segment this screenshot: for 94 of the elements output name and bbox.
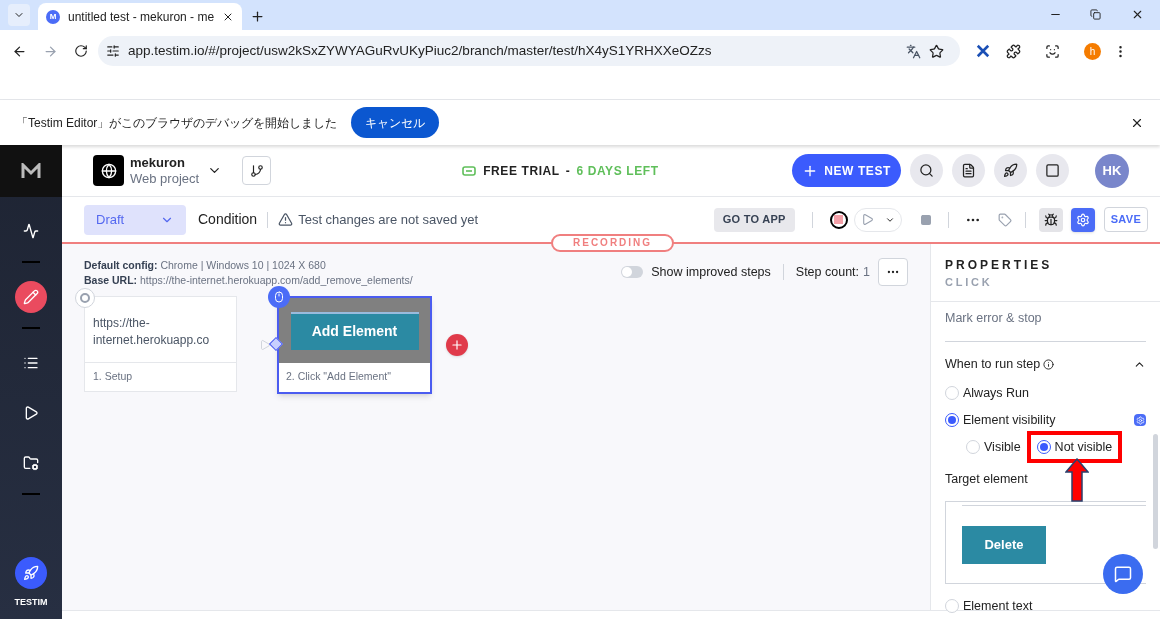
step-caption: 2. Click "Add Element" bbox=[285, 369, 392, 384]
base-url-label: Base URL: bbox=[84, 274, 138, 286]
panel-title: PROPERTIES bbox=[945, 257, 1054, 274]
panel-subtitle: CLICK bbox=[945, 275, 994, 290]
step-url: https://the-internet.herokuapp.co bbox=[92, 315, 211, 349]
bookmark-icon[interactable] bbox=[929, 43, 944, 59]
url-text: app.testim.io/#/project/usw2kSxZYWYAGuRvUKyPiuc2/branch/master/test/hX4yS1YRHXXeOZzs bbox=[128, 41, 713, 60]
rocket-icon bbox=[1003, 163, 1018, 178]
warning-icon bbox=[278, 212, 294, 227]
user-avatar[interactable]: HK bbox=[1095, 153, 1129, 188]
rocket-button[interactable] bbox=[994, 154, 1027, 187]
square-button[interactable] bbox=[1036, 154, 1069, 187]
extensions-icon[interactable] bbox=[1006, 43, 1021, 59]
close-icon[interactable] bbox=[1131, 8, 1144, 21]
status-dropdown[interactable]: Draft bbox=[84, 204, 186, 235]
recording-badge: RECORDING bbox=[551, 234, 675, 252]
branch-button[interactable] bbox=[242, 156, 272, 185]
trial-separator: - bbox=[565, 162, 571, 180]
base-url-value: https://the-internet.herokuapp.com/add_remove_elements/ bbox=[140, 274, 413, 286]
tab-title: untitled test - mekuron - me bbox=[68, 8, 215, 26]
go-to-app-button[interactable]: GO TO APP bbox=[713, 207, 795, 232]
forward-icon[interactable] bbox=[43, 43, 58, 59]
back-icon[interactable] bbox=[12, 43, 27, 59]
square-icon bbox=[1045, 163, 1060, 178]
document-icon bbox=[961, 163, 976, 178]
stop-icon[interactable] bbox=[919, 213, 932, 226]
option-label: Always Run bbox=[963, 385, 1029, 402]
config-label: Default config: bbox=[84, 259, 158, 271]
info-icon bbox=[1043, 359, 1055, 371]
toggle-label: Show improved steps bbox=[651, 264, 771, 281]
project-logo bbox=[93, 155, 124, 186]
play-icon bbox=[860, 213, 874, 226]
reload-icon[interactable] bbox=[74, 44, 88, 58]
section-title: When to run step bbox=[945, 356, 1041, 374]
search-button[interactable] bbox=[910, 154, 943, 187]
toggle-switch[interactable] bbox=[621, 266, 644, 278]
chart-icon[interactable] bbox=[23, 223, 39, 239]
address-bar[interactable]: app.testim.io/#/project/usw2kSxZYWYAGuRvUKyPiuc2/branch/master/test/hX4yS1YRHXXeOZzs bbox=[98, 36, 960, 66]
pencil-icon[interactable] bbox=[23, 289, 39, 305]
cancel-button[interactable]: キャンセル bbox=[351, 107, 440, 138]
sidebar-label: TESTIM bbox=[14, 595, 48, 609]
debug-button[interactable] bbox=[1038, 207, 1063, 232]
save-button[interactable]: SAVE bbox=[1103, 207, 1148, 232]
on-error-value: Mark error & stop bbox=[945, 308, 1146, 343]
sidebar-item[interactable] bbox=[15, 281, 47, 313]
step-card[interactable]: Add Element 2. Click "Add Element" bbox=[277, 296, 432, 394]
add-step-button[interactable] bbox=[446, 334, 468, 356]
option-label: Element text bbox=[963, 598, 1033, 615]
trial-days: 6 DAYS LEFT bbox=[576, 161, 659, 180]
translate-icon[interactable] bbox=[906, 43, 921, 59]
settings-button[interactable] bbox=[1070, 207, 1095, 232]
infobar-message: 「Testim Editor」がこのブラウザのデバッグを開始しました bbox=[16, 114, 338, 132]
logo-icon bbox=[21, 163, 41, 179]
screenshot-button: Add Element bbox=[290, 311, 419, 350]
testim-button[interactable] bbox=[15, 556, 47, 589]
step-count: 1 bbox=[863, 264, 870, 281]
bug-icon bbox=[1043, 212, 1058, 227]
project-type: Web project bbox=[130, 170, 200, 187]
play-icon[interactable] bbox=[23, 405, 39, 421]
folder-settings-icon[interactable] bbox=[23, 455, 39, 471]
favicon-icon: M bbox=[46, 9, 60, 24]
step-card[interactable]: https://the-internet.herokuapp.co 1. Setup bbox=[84, 296, 237, 392]
trial-label: FREE TRIAL bbox=[483, 162, 560, 180]
branch-icon bbox=[249, 163, 264, 178]
config-value: Chrome | Windows 10 | 1024 X 680 bbox=[160, 259, 326, 271]
document-button[interactable] bbox=[952, 154, 985, 187]
arrow-drawing bbox=[1065, 458, 1089, 502]
mouse-icon bbox=[268, 286, 290, 308]
settings-icon[interactable] bbox=[1134, 414, 1146, 427]
new-tab-icon[interactable] bbox=[250, 9, 266, 24]
option-label: Element visibility bbox=[963, 411, 1056, 429]
restore-icon[interactable] bbox=[1090, 9, 1101, 20]
project-name: mekuron bbox=[130, 154, 186, 171]
step-count-label: Step count: bbox=[795, 264, 860, 281]
chat-icon bbox=[1114, 565, 1132, 583]
option-label: Not visible bbox=[1054, 438, 1113, 456]
site-settings-icon[interactable] bbox=[106, 44, 120, 58]
plus-icon bbox=[450, 338, 464, 352]
condition-tab[interactable]: Condition bbox=[198, 209, 258, 230]
record-button[interactable] bbox=[829, 210, 848, 229]
list-icon[interactable] bbox=[23, 355, 39, 371]
extension-icon[interactable] bbox=[976, 44, 990, 58]
browser-tab[interactable]: M untitled test - mekuron - me bbox=[38, 3, 243, 30]
step-caption: 1. Setup bbox=[85, 362, 236, 385]
arrow-icon bbox=[259, 339, 271, 351]
unsaved-warning: Test changes are not saved yet bbox=[298, 210, 479, 229]
rocket-icon bbox=[23, 564, 39, 581]
new-test-button[interactable]: NEW TEST bbox=[792, 154, 901, 187]
chat-button[interactable] bbox=[1103, 554, 1143, 594]
target-label: Target element bbox=[945, 471, 1029, 489]
gear-icon bbox=[1075, 212, 1090, 227]
option-label: Visible bbox=[984, 438, 1021, 456]
search-icon bbox=[919, 163, 934, 178]
browser-icon bbox=[75, 288, 95, 308]
